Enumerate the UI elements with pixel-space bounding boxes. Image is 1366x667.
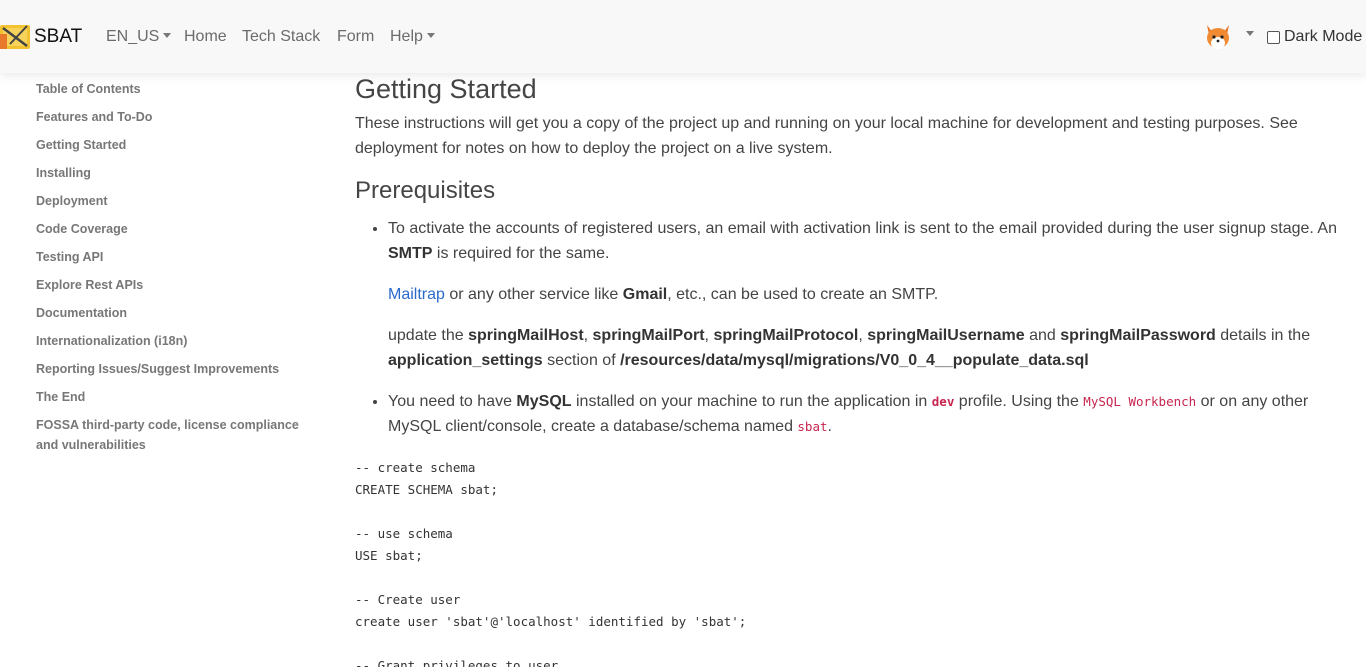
- navbar: SBAT EN_US Home Tech Stack Form Help Dar…: [0, 0, 1366, 73]
- code-line: CREATE SCHEMA sbat;: [355, 482, 498, 497]
- dark-mode-toggle[interactable]: Dark Mode: [1267, 27, 1362, 47]
- spring-mail-password: springMailPassword: [1060, 327, 1216, 344]
- sql-code-block: -- create schema CREATE SCHEMA sbat; -- us…: [355, 457, 1345, 667]
- code-line: -- Grant privileges to user: [355, 658, 559, 667]
- user-menu-chevron-icon[interactable]: [1246, 31, 1254, 36]
- prerequisites-heading: Prerequisites: [355, 177, 496, 204]
- nav-home[interactable]: Home: [184, 27, 227, 47]
- avatar[interactable]: [1201, 19, 1235, 53]
- text-fragment: section of: [542, 352, 621, 369]
- spring-mail-username: springMailUsername: [867, 327, 1025, 344]
- fox-avatar-icon: [1201, 19, 1235, 53]
- sbat-schema-code: sbat: [797, 419, 828, 434]
- page-title: Getting Started: [355, 74, 537, 104]
- code-line: USE sbat;: [355, 548, 423, 563]
- text-fragment: details in the: [1215, 327, 1311, 344]
- help-dropdown[interactable]: Help: [390, 27, 435, 47]
- dev-profile-code: dev: [931, 394, 955, 409]
- table-of-contents-sidebar: Table of Contents Features and To-Do Get…: [36, 79, 306, 455]
- code-line: -- Create user: [355, 592, 461, 607]
- text-fragment: ,: [583, 327, 593, 344]
- sidebar-item-testing-api[interactable]: Testing API: [36, 247, 306, 275]
- sidebar-item-installing[interactable]: Installing: [36, 163, 306, 191]
- mysql-label: MySQL: [516, 393, 572, 410]
- text-fragment: profile. Using the: [954, 393, 1084, 410]
- code-line: create user 'sbat'@'localhost' identifie…: [355, 614, 747, 629]
- spring-mail-port: springMailPort: [592, 327, 705, 344]
- text-fragment: , etc., can be used to create an SMTP.: [667, 286, 939, 303]
- sidebar-item-table-of-contents[interactable]: Table of Contents: [36, 79, 306, 107]
- list-item: To activate the accounts of registered u…: [388, 216, 1345, 373]
- sidebar-item-getting-started[interactable]: Getting Started: [36, 135, 306, 163]
- spring-mail-protocol: springMailProtocol: [713, 327, 859, 344]
- sidebar-item-explore-rest-apis[interactable]: Explore Rest APIs: [36, 275, 306, 303]
- sidebar-item-documentation[interactable]: Documentation: [36, 303, 306, 331]
- intro-paragraph: These instructions will get you a copy o…: [355, 115, 1298, 157]
- nav-form[interactable]: Form: [337, 27, 374, 47]
- text-fragment: You need to have: [388, 393, 517, 410]
- dark-mode-checkbox[interactable]: [1267, 30, 1280, 44]
- code-line: -- create schema: [355, 460, 476, 475]
- sidebar-item-reporting-issues[interactable]: Reporting Issues/Suggest Improvements: [36, 359, 306, 387]
- help-label: Help: [390, 28, 423, 45]
- mailtrap-link[interactable]: Mailtrap: [388, 286, 445, 303]
- main-content: Getting Started These instructions will …: [355, 72, 1345, 667]
- code-line: -- use schema: [355, 526, 453, 541]
- migration-path-label: /resources/data/mysql/migrations/V0_0_4_…: [620, 352, 1089, 369]
- brand-name: SBAT: [34, 26, 83, 47]
- dark-mode-label: Dark Mode: [1284, 28, 1363, 45]
- chevron-down-icon: [426, 33, 435, 38]
- brand-link[interactable]: SBAT: [0, 21, 82, 53]
- mysql-workbench-code: MySQL Workbench: [1083, 394, 1197, 409]
- text-fragment: is required for the same.: [432, 245, 610, 262]
- smtp-paragraph: To activate the accounts of registered u…: [388, 216, 1345, 266]
- smtp-label: SMTP: [388, 245, 433, 262]
- sidebar-item-features-and-to-do[interactable]: Features and To-Do: [36, 107, 306, 135]
- update-settings-paragraph: update the springMailHost, springMailPor…: [388, 323, 1345, 373]
- text-fragment: update the: [388, 327, 469, 344]
- language-dropdown[interactable]: EN_US: [106, 27, 172, 47]
- text-fragment: ,: [858, 327, 868, 344]
- sidebar-item-internationalization[interactable]: Internationalization (i18n): [36, 331, 306, 359]
- language-label: EN_US: [106, 28, 160, 45]
- sidebar-item-fossa[interactable]: FOSSA third-party code, license complian…: [36, 415, 306, 455]
- text-fragment: .: [827, 418, 832, 435]
- text-fragment: To activate the accounts of registered u…: [388, 220, 1337, 237]
- text-fragment: and: [1024, 327, 1061, 344]
- sidebar-item-deployment[interactable]: Deployment: [36, 191, 306, 219]
- prerequisites-list: To activate the accounts of registered u…: [388, 216, 1345, 439]
- text-fragment: installed on your machine to run the app…: [571, 393, 932, 410]
- gmail-label: Gmail: [622, 286, 668, 303]
- spring-mail-host: springMailHost: [468, 327, 584, 344]
- list-item: You need to have MySQL installed on your…: [388, 389, 1345, 439]
- application-settings-label: application_settings: [388, 352, 543, 369]
- sidebar-item-code-coverage[interactable]: Code Coverage: [36, 219, 306, 247]
- chevron-down-icon: [163, 33, 172, 38]
- sbat-logo-icon: [0, 25, 30, 49]
- mailtrap-paragraph: Mailtrap or any other service like Gmail…: [388, 282, 1345, 307]
- mysql-paragraph: You need to have MySQL installed on your…: [388, 389, 1345, 439]
- text-fragment: or any other service like: [444, 286, 623, 303]
- sidebar-item-the-end[interactable]: The End: [36, 387, 306, 415]
- nav-tech-stack[interactable]: Tech Stack: [242, 27, 320, 47]
